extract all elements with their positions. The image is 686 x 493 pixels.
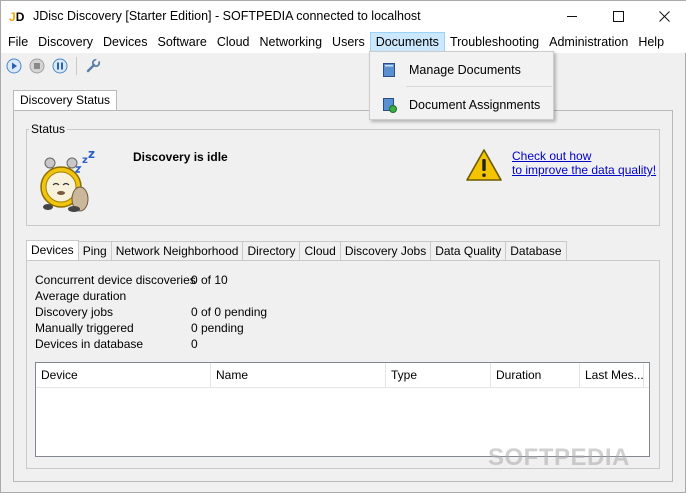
document-assignment-icon bbox=[381, 97, 397, 113]
data-quality-link-line2[interactable]: to improve the data quality! bbox=[512, 163, 656, 177]
close-button[interactable] bbox=[641, 1, 686, 32]
warning-icon bbox=[465, 148, 503, 182]
document-icon bbox=[381, 62, 397, 78]
tab-devices[interactable]: Devices bbox=[26, 240, 79, 261]
discovery-status-message: Discovery is idle bbox=[133, 150, 228, 164]
wrench-icon[interactable] bbox=[83, 56, 103, 76]
menu-item-document-assignments[interactable]: Document Assignments bbox=[370, 90, 553, 120]
documents-menu: Manage Documents Document Assignments bbox=[369, 51, 554, 120]
menu-documents[interactable]: Documents bbox=[369, 32, 445, 53]
column-header-type[interactable]: Type bbox=[386, 363, 491, 388]
play-icon[interactable] bbox=[4, 56, 24, 76]
tab-cloud[interactable]: Cloud bbox=[300, 241, 341, 261]
sleeping-clock-icon: z z bbox=[38, 147, 100, 215]
tab-database[interactable]: Database bbox=[506, 241, 567, 261]
tab-network-neighborhood[interactable]: Network Neighborhood bbox=[111, 241, 244, 261]
status-group bbox=[26, 129, 660, 226]
tab-data-quality[interactable]: Data Quality bbox=[431, 241, 507, 261]
menu-troubleshooting[interactable]: Troubleshooting bbox=[445, 32, 544, 53]
data-quality-link[interactable]: Check out how to improve the data qualit… bbox=[512, 149, 656, 177]
menu-item-label: Document Assignments bbox=[409, 98, 541, 112]
column-header-device[interactable]: Device bbox=[36, 363, 211, 388]
menu-discovery[interactable]: Discovery bbox=[33, 32, 98, 53]
title-bar[interactable]: JD JDisc Discovery [Starter Edition] - S… bbox=[1, 1, 686, 32]
menu-item-label: Manage Documents bbox=[409, 63, 521, 77]
window-title: JDisc Discovery [Starter Edition] - SOFT… bbox=[33, 9, 421, 23]
menu-networking[interactable]: Networking bbox=[255, 32, 328, 53]
menu-bar: File Discovery Devices Software Cloud Ne… bbox=[1, 32, 686, 53]
stat-value: 0 of 0 pending bbox=[191, 305, 268, 319]
pause-icon[interactable] bbox=[50, 56, 70, 76]
menu-item-manage-documents[interactable]: Manage Documents bbox=[370, 55, 553, 85]
stat-label: Average duration bbox=[35, 289, 127, 303]
stat-value: 0 bbox=[191, 337, 198, 351]
menu-separator bbox=[406, 86, 552, 87]
menu-software[interactable]: Software bbox=[153, 32, 212, 53]
menu-devices[interactable]: Devices bbox=[98, 32, 152, 53]
table-header: Device Name Type Duration Last Mes... bbox=[36, 363, 649, 388]
data-quality-link-line1[interactable]: Check out how bbox=[512, 149, 656, 163]
stop-icon[interactable] bbox=[27, 56, 47, 76]
toolbar-separator bbox=[76, 57, 77, 75]
menu-help[interactable]: Help bbox=[633, 32, 669, 53]
menu-file[interactable]: File bbox=[3, 32, 33, 53]
devices-table[interactable]: Device Name Type Duration Last Mes... bbox=[35, 362, 650, 457]
tab-ping[interactable]: Ping bbox=[78, 241, 112, 261]
menu-users[interactable]: Users bbox=[327, 32, 370, 53]
app-window: JD JDisc Discovery [Starter Edition] - S… bbox=[0, 0, 686, 493]
column-header-last-message[interactable]: Last Mes... bbox=[580, 363, 644, 388]
column-header-name[interactable]: Name bbox=[211, 363, 386, 388]
stat-label: Discovery jobs bbox=[35, 305, 114, 319]
stat-label: Manually triggered bbox=[35, 321, 134, 335]
stat-label: Devices in database bbox=[35, 337, 144, 351]
watermark: SOFTPEDIA bbox=[488, 444, 630, 471]
stat-value: 0 pending bbox=[191, 321, 244, 335]
stat-label: Concurrent device discoveries bbox=[35, 273, 196, 287]
svg-text:z: z bbox=[88, 149, 95, 161]
maximize-button[interactable] bbox=[595, 1, 641, 32]
menu-cloud[interactable]: Cloud bbox=[212, 32, 255, 53]
minimize-button[interactable] bbox=[549, 1, 595, 32]
tab-discovery-jobs[interactable]: Discovery Jobs bbox=[340, 241, 432, 261]
tab-directory[interactable]: Directory bbox=[243, 241, 301, 261]
menu-administration[interactable]: Administration bbox=[544, 32, 633, 53]
tab-discovery-status[interactable]: Discovery Status bbox=[13, 90, 118, 111]
app-logo-icon: JD bbox=[9, 10, 25, 24]
column-header-duration[interactable]: Duration bbox=[491, 363, 580, 388]
toolbar bbox=[1, 53, 686, 79]
status-legend: Status bbox=[29, 122, 68, 136]
inner-tab-bar: Devices Ping Network Neighborhood Direct… bbox=[26, 240, 567, 261]
stat-value: 0 of 10 bbox=[191, 273, 228, 287]
